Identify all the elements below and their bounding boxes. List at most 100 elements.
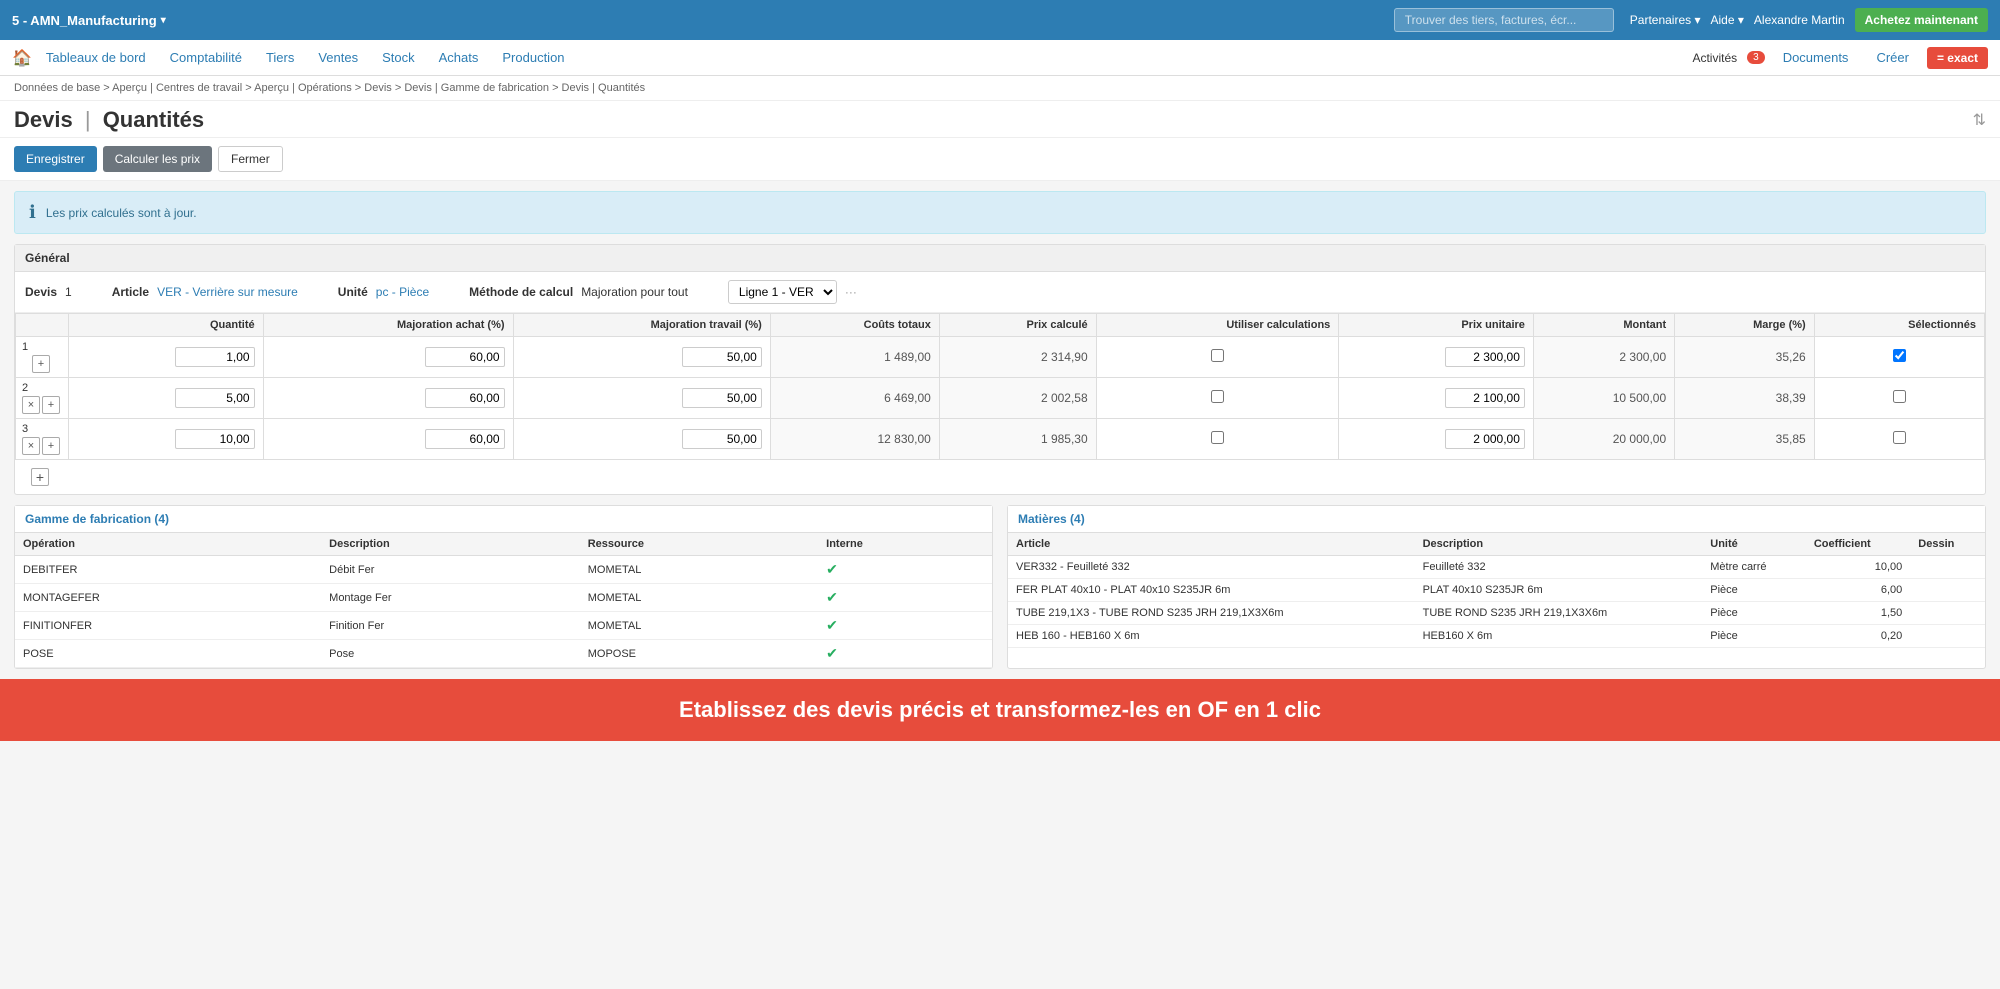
row-1-maj-travail[interactable]: [513, 337, 770, 378]
matieres-table: Article Description Unité Coefficient De…: [1008, 533, 1985, 648]
table-row: 3 × + 12 830,00 1 985,30 20 000,00 35,85: [16, 419, 1985, 460]
delete-row-2-btn[interactable]: ×: [22, 396, 40, 414]
row-3-maj-achat[interactable]: [263, 419, 513, 460]
gamme-section: Gamme de fabrication (4) Opération Descr…: [14, 505, 993, 669]
utiliser-checkbox-3[interactable]: [1211, 431, 1224, 444]
mat-col-dessin: Dessin: [1910, 533, 1985, 556]
ligne-select[interactable]: Ligne 1 - VER: [728, 280, 837, 304]
quantite-input-3[interactable]: [175, 429, 255, 449]
gamme-row-1-description: Débit Fer: [321, 556, 580, 584]
prix-unitaire-input-3[interactable]: [1445, 429, 1525, 449]
maj-travail-input-2[interactable]: [682, 388, 762, 408]
row-2-prix-unitaire[interactable]: [1339, 378, 1534, 419]
maj-travail-input-3[interactable]: [682, 429, 762, 449]
add-row-3-btn[interactable]: +: [42, 437, 60, 455]
maj-achat-input-2[interactable]: [425, 388, 505, 408]
app-title[interactable]: 5 - AMN_Manufacturing ▾: [12, 13, 166, 28]
menu-production[interactable]: Production: [492, 44, 574, 71]
search-input[interactable]: [1394, 8, 1614, 32]
mat-row-1-dessin: [1910, 556, 1985, 579]
partenaires-menu[interactable]: Partenaires ▾: [1630, 13, 1701, 27]
row-3-quantite[interactable]: [69, 419, 264, 460]
row-1-maj-achat[interactable]: [263, 337, 513, 378]
add-row-2-btn[interactable]: +: [42, 396, 60, 414]
documents-link[interactable]: Documents: [1773, 44, 1859, 71]
delete-row-3-btn[interactable]: ×: [22, 437, 40, 455]
menu-ventes[interactable]: Ventes: [308, 44, 368, 71]
gamme-col-description: Description: [321, 533, 580, 556]
utiliser-checkbox-1[interactable]: [1211, 349, 1224, 362]
filter-icon[interactable]: ⇅: [1973, 110, 1986, 130]
col-header-montant: Montant: [1533, 314, 1674, 337]
row-3-montant: 20 000,00: [1533, 419, 1674, 460]
row-2-maj-travail[interactable]: [513, 378, 770, 419]
article-value[interactable]: VER - Verrière sur mesure: [157, 285, 298, 299]
title-separator: |: [85, 107, 91, 132]
prix-unitaire-input-1[interactable]: [1445, 347, 1525, 367]
ligne-select-group: Ligne 1 - VER ···: [728, 280, 857, 304]
unite-value[interactable]: pc - Pièce: [376, 285, 429, 299]
ligne-options-icon[interactable]: ···: [845, 285, 857, 299]
toolbar: Enregistrer Calculer les prix Fermer: [0, 138, 2000, 181]
mat-row-1-coefficient: 10,00: [1806, 556, 1910, 579]
aide-menu[interactable]: Aide ▾: [1711, 13, 1744, 27]
mat-row-3-article: TUBE 219,1X3 - TUBE ROND S235 JRH 219,1X…: [1008, 602, 1415, 625]
achetez-button[interactable]: Achetez maintenant: [1855, 8, 1988, 32]
row-3-prix-calcule: 1 985,30: [939, 419, 1096, 460]
devis-value: 1: [65, 285, 72, 299]
row-1-selectionne[interactable]: [1814, 337, 1984, 378]
row-1-prix-unitaire[interactable]: [1339, 337, 1534, 378]
row-2-quantite[interactable]: [69, 378, 264, 419]
menu-achats[interactable]: Achats: [429, 44, 489, 71]
enregistrer-button[interactable]: Enregistrer: [14, 146, 97, 172]
list-item: FER PLAT 40x10 - PLAT 40x10 S235JR 6m PL…: [1008, 579, 1985, 602]
gamme-col-interne: Interne: [818, 533, 992, 556]
menu-navigation: 🏠 Tableaux de bord Comptabilité Tiers Ve…: [0, 40, 2000, 76]
exact-button[interactable]: = exact: [1927, 47, 1988, 69]
row-3-utiliser[interactable]: [1096, 419, 1339, 460]
prix-unitaire-input-2[interactable]: [1445, 388, 1525, 408]
col-header-couts: Coûts totaux: [770, 314, 939, 337]
gamme-table: Opération Description Ressource Interne …: [15, 533, 992, 668]
quantite-input-2[interactable]: [175, 388, 255, 408]
maj-achat-input-1[interactable]: [425, 347, 505, 367]
add-new-row-btn[interactable]: +: [31, 468, 49, 486]
utiliser-checkbox-2[interactable]: [1211, 390, 1224, 403]
row-3-selectionne[interactable]: [1814, 419, 1984, 460]
menu-comptabilite[interactable]: Comptabilité: [160, 44, 252, 71]
menu-tableaux[interactable]: Tableaux de bord: [36, 44, 156, 71]
row-2-selectionne[interactable]: [1814, 378, 1984, 419]
methode-label: Méthode de calcul: [469, 285, 573, 299]
selectionne-checkbox-2[interactable]: [1893, 390, 1906, 403]
col-header-maj-achat: Majoration achat (%): [263, 314, 513, 337]
col-header-prix-calcule: Prix calculé: [939, 314, 1096, 337]
maj-achat-input-3[interactable]: [425, 429, 505, 449]
quantite-input-1[interactable]: [175, 347, 255, 367]
fermer-button[interactable]: Fermer: [218, 146, 283, 172]
home-icon[interactable]: 🏠: [12, 48, 32, 68]
gamme-row-2-description: Montage Fer: [321, 584, 580, 612]
devis-label: Devis: [25, 285, 57, 299]
row-2-marge: 38,39: [1675, 378, 1815, 419]
add-row-1-btn[interactable]: +: [32, 355, 50, 373]
row-1-utiliser[interactable]: [1096, 337, 1339, 378]
selectionne-checkbox-3[interactable]: [1893, 431, 1906, 444]
gamme-row-4-ressource: MOPOSE: [580, 640, 818, 668]
row-2-maj-achat[interactable]: [263, 378, 513, 419]
row-3-prix-unitaire[interactable]: [1339, 419, 1534, 460]
menu-tiers[interactable]: Tiers: [256, 44, 304, 71]
mat-col-description: Description: [1415, 533, 1703, 556]
creer-link[interactable]: Créer: [1866, 44, 1919, 71]
row-2-utiliser[interactable]: [1096, 378, 1339, 419]
row-3-maj-travail[interactable]: [513, 419, 770, 460]
selectionne-checkbox-1[interactable]: [1893, 349, 1906, 362]
maj-travail-input-1[interactable]: [682, 347, 762, 367]
calculer-button[interactable]: Calculer les prix: [103, 146, 212, 172]
row-2-couts: 6 469,00: [770, 378, 939, 419]
mat-row-3-unite: Pièce: [1702, 602, 1806, 625]
gamme-row-4-interne: ✔: [818, 640, 992, 668]
menu-stock[interactable]: Stock: [372, 44, 425, 71]
row-1-quantite[interactable]: [69, 337, 264, 378]
row-2-montant: 10 500,00: [1533, 378, 1674, 419]
list-item: POSE Pose MOPOSE ✔: [15, 640, 992, 668]
